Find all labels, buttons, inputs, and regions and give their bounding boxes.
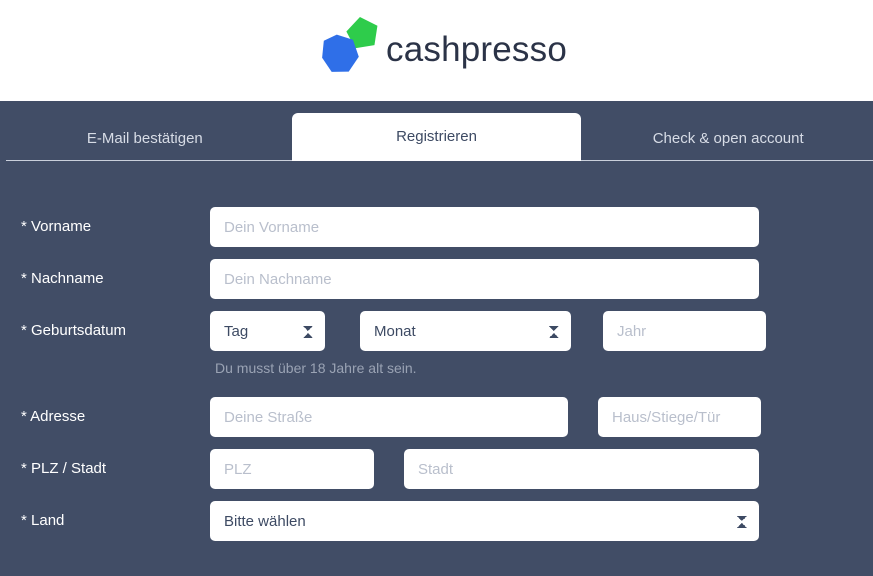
tab-email-bestaetigen[interactable]: E-Mail bestätigen bbox=[0, 116, 290, 161]
zip-input[interactable] bbox=[210, 449, 374, 489]
country-select[interactable]: Bitte wählen bbox=[210, 501, 759, 541]
tab-bar: E-Mail bestätigen Registrieren Check & o… bbox=[0, 101, 873, 161]
tab-label: E-Mail bestätigen bbox=[86, 130, 203, 147]
tab-label: Registrieren bbox=[396, 128, 477, 145]
row-address: * Adresse bbox=[21, 397, 873, 437]
label-last-name: * Nachname bbox=[21, 270, 104, 287]
registration-form: * Vorname * Nachname * Geburtsdatum Tag … bbox=[0, 161, 873, 541]
label-first-name: * Vorname bbox=[21, 218, 92, 235]
birth-year-input[interactable] bbox=[603, 311, 766, 351]
logo-mark-icon bbox=[314, 13, 390, 89]
birthdate-hint: Du musst über 18 Jahre alt sein. bbox=[215, 360, 417, 376]
label-zip-city: * PLZ / Stadt bbox=[21, 460, 107, 477]
tab-check-open-account[interactable]: Check & open account bbox=[583, 116, 873, 161]
row-country: * Land Bitte wählen bbox=[21, 501, 873, 541]
logo-wordmark: cashpresso bbox=[386, 29, 567, 69]
last-name-input[interactable] bbox=[210, 259, 759, 299]
first-name-input[interactable] bbox=[210, 207, 759, 247]
house-number-input[interactable] bbox=[598, 397, 761, 437]
birth-day-select[interactable]: Tag bbox=[210, 311, 325, 351]
tab-label: Check & open account bbox=[652, 130, 804, 147]
label-birthdate: * Geburtsdatum bbox=[21, 322, 127, 339]
cashpresso-logo: cashpresso bbox=[314, 12, 567, 90]
tab-registrieren[interactable]: Registrieren bbox=[291, 113, 582, 161]
row-first-name: * Vorname bbox=[21, 207, 873, 247]
row-last-name: * Nachname bbox=[21, 259, 873, 299]
label-country: * Land bbox=[21, 512, 65, 529]
street-input[interactable] bbox=[210, 397, 568, 437]
page-header: cashpresso bbox=[0, 0, 873, 101]
row-zip-city: * PLZ / Stadt bbox=[21, 449, 873, 489]
city-input[interactable] bbox=[404, 449, 759, 489]
row-birthdate: * Geburtsdatum Tag Monat Du musst über 1… bbox=[21, 311, 873, 375]
birth-month-select[interactable]: Monat bbox=[360, 311, 571, 351]
label-address: * Adresse bbox=[21, 408, 86, 425]
